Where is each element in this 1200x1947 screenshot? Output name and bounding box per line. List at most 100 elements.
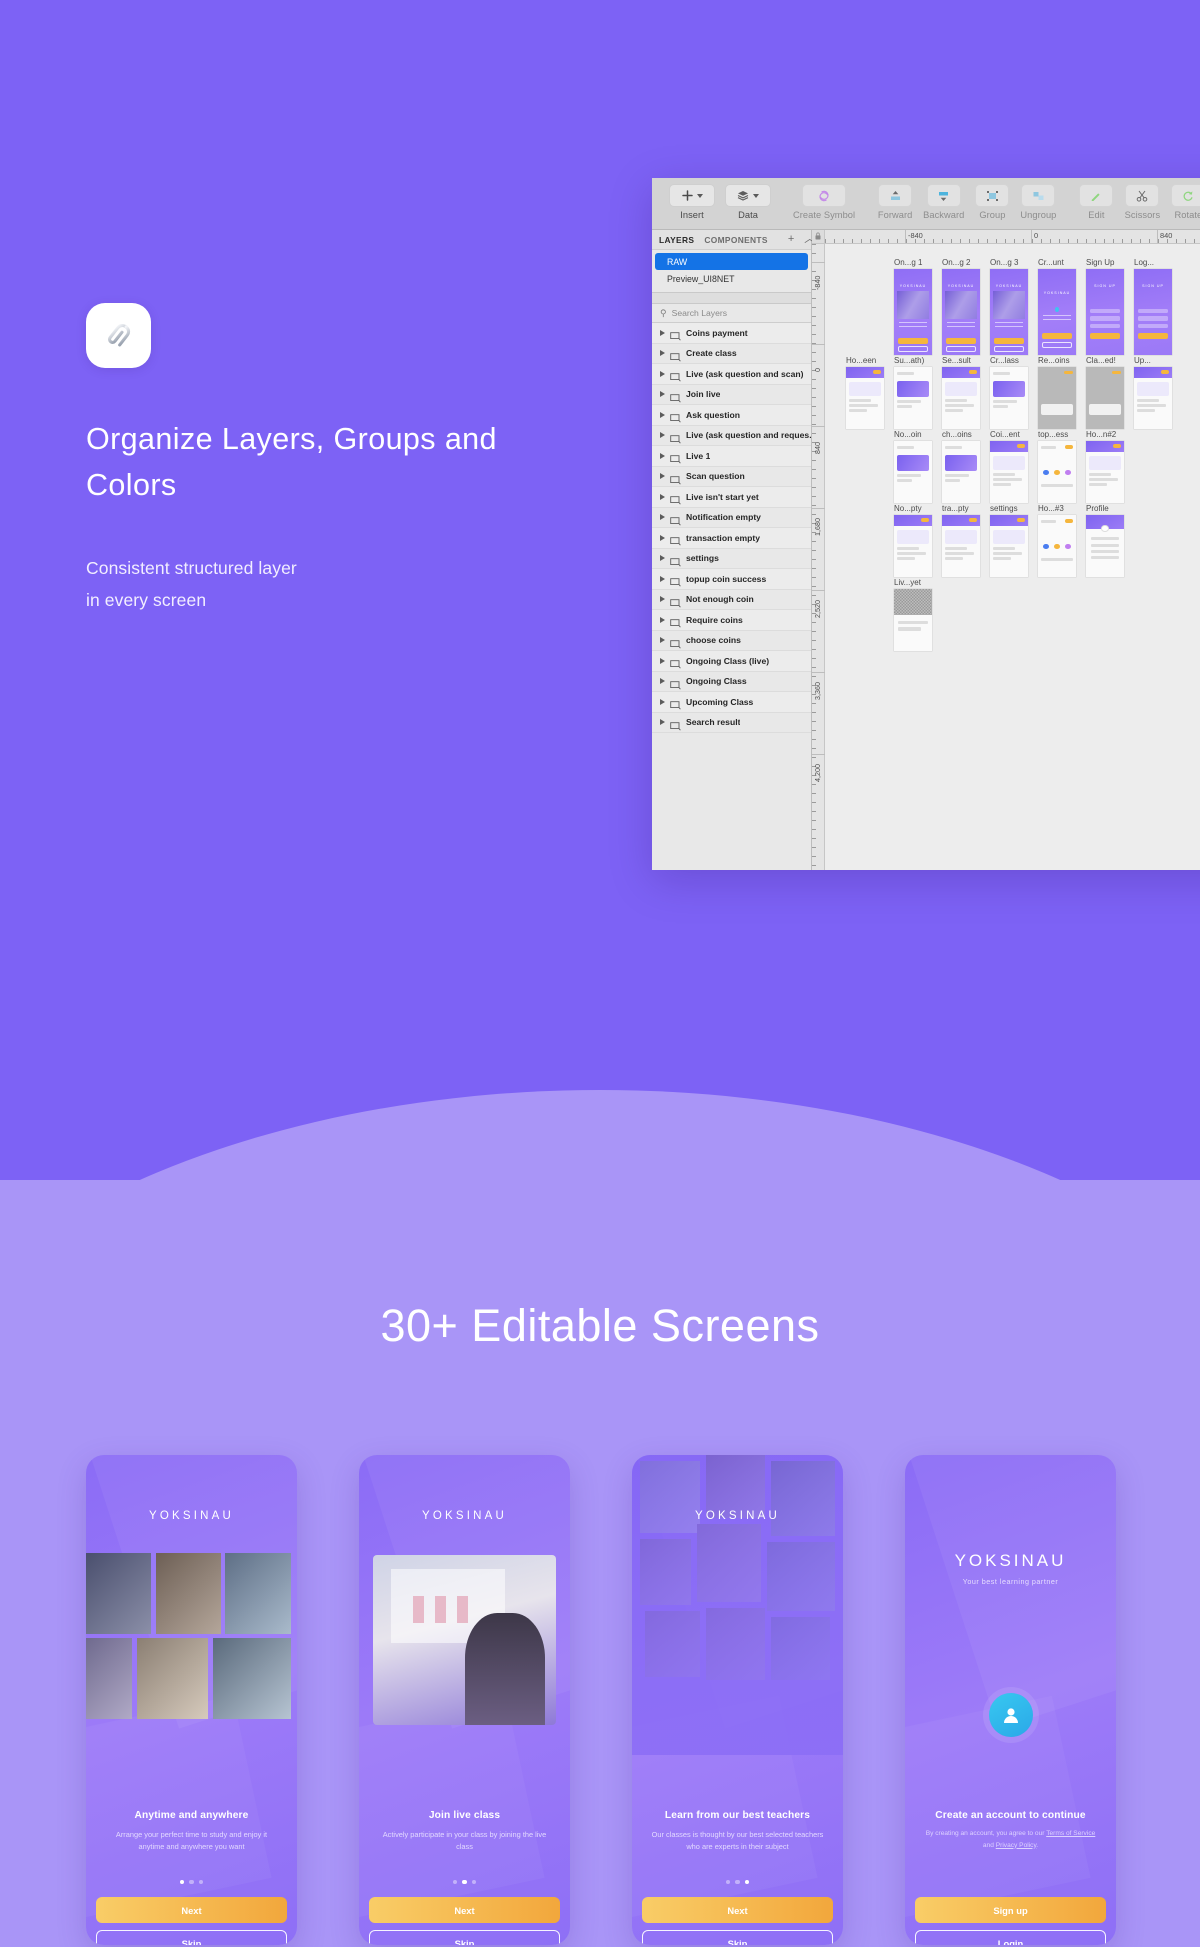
scissors-button[interactable]: [1125, 184, 1160, 207]
next-button-3[interactable]: Next: [642, 1897, 833, 1923]
layer-row[interactable]: Require coins: [652, 610, 811, 631]
toolbar-item-edit[interactable]: Edit: [1073, 184, 1119, 220]
artboard[interactable]: On...g 1 YOKSINAU: [894, 258, 932, 355]
dot[interactable]: [189, 1880, 194, 1885]
artboard[interactable]: Coi...ent: [990, 430, 1028, 503]
layer-row[interactable]: choose coins: [652, 631, 811, 651]
toolbar-item-insert[interactable]: Insert: [664, 184, 720, 220]
artboard-label[interactable]: top...ess: [1038, 430, 1076, 439]
disclosure-triangle-icon[interactable]: [660, 575, 665, 582]
artboard[interactable]: Re...oins: [1038, 356, 1076, 429]
layer-list[interactable]: Coins payment Create class Live (ask quest…: [652, 323, 811, 870]
next-button-2[interactable]: Next: [369, 1897, 560, 1923]
skip-button-1[interactable]: Skip: [96, 1930, 287, 1945]
layer-row[interactable]: topup coin success: [652, 569, 811, 590]
layer-row[interactable]: Ongoing Class (live): [652, 651, 811, 672]
layer-row[interactable]: Scan question: [652, 467, 811, 487]
artboard[interactable]: Cla...ed!: [1086, 356, 1124, 429]
disclosure-triangle-icon[interactable]: [660, 514, 665, 521]
artboard-thumbnail[interactable]: [1038, 367, 1076, 429]
disclosure-triangle-icon[interactable]: [660, 678, 665, 685]
disclosure-triangle-icon[interactable]: [660, 370, 665, 377]
artboard-label[interactable]: Liv...yet: [894, 578, 932, 587]
artboard-label[interactable]: No...oin: [894, 430, 932, 439]
data-button[interactable]: [725, 184, 771, 207]
artboard-label[interactable]: tra...pty: [942, 504, 980, 513]
toolbar-item-forward[interactable]: Forward: [872, 184, 918, 220]
sign-up-button[interactable]: Sign up: [915, 1897, 1106, 1923]
artboard[interactable]: Su...ath): [894, 356, 932, 429]
dot[interactable]: [453, 1880, 458, 1885]
tab-components[interactable]: COMPONENTS: [704, 235, 768, 245]
rotate-button[interactable]: [1171, 184, 1200, 207]
disclosure-triangle-icon[interactable]: [660, 719, 665, 726]
artboard-label[interactable]: Log...: [1134, 258, 1172, 267]
disclosure-triangle-icon[interactable]: [660, 657, 665, 664]
artboard[interactable]: Ho...een: [846, 356, 884, 429]
disclosure-triangle-icon[interactable]: [660, 698, 665, 705]
disclosure-triangle-icon[interactable]: [660, 473, 665, 480]
artboard-thumbnail[interactable]: [846, 367, 884, 429]
layer-row[interactable]: Create class: [652, 344, 811, 364]
artboard-label[interactable]: Ho...n#2: [1086, 430, 1124, 439]
artboard[interactable]: Cr...lass: [990, 356, 1028, 429]
artboard[interactable]: Sign Up SIGN UP: [1086, 258, 1124, 355]
artboard-thumbnail[interactable]: [1086, 367, 1124, 429]
artboard[interactable]: No...pty: [894, 504, 932, 577]
insert-button[interactable]: [669, 184, 715, 207]
disclosure-triangle-icon[interactable]: [660, 350, 665, 357]
backward-button[interactable]: [926, 184, 961, 207]
toolbar-item-rotate[interactable]: Rotate: [1165, 184, 1200, 220]
artboard-thumbnail[interactable]: [990, 367, 1028, 429]
artboard[interactable]: settings: [990, 504, 1028, 577]
page-item-preview[interactable]: Preview_UI8NET: [652, 270, 811, 287]
artboard-label[interactable]: Re...oins: [1038, 356, 1076, 365]
artboard-label[interactable]: Cr...unt: [1038, 258, 1076, 267]
toolbar-item-ungroup[interactable]: Ungroup: [1015, 184, 1061, 220]
artboard-thumbnail[interactable]: [990, 515, 1028, 577]
artboard-label[interactable]: No...pty: [894, 504, 932, 513]
artboard-thumbnail[interactable]: SIGN UP: [1134, 269, 1172, 355]
dot[interactable]: [726, 1880, 731, 1885]
disclosure-triangle-icon[interactable]: [660, 637, 665, 644]
artboard-label[interactable]: Profile: [1086, 504, 1124, 513]
artboard[interactable]: No...oin: [894, 430, 932, 503]
privacy-policy-link[interactable]: Privacy Policy: [996, 1842, 1037, 1849]
layer-row[interactable]: Live (ask question and scan): [652, 364, 811, 385]
disclosure-triangle-icon[interactable]: [660, 432, 665, 439]
artboard-label[interactable]: Coi...ent: [990, 430, 1028, 439]
disclosure-triangle-icon[interactable]: [660, 411, 665, 418]
page-item-raw[interactable]: RAW: [655, 253, 808, 270]
layer-row[interactable]: settings: [652, 549, 811, 569]
artboard-label[interactable]: On...g 1: [894, 258, 932, 267]
tab-layers[interactable]: LAYERS: [659, 235, 694, 245]
disclosure-triangle-icon[interactable]: [660, 555, 665, 562]
artboard[interactable]: Ho...#3: [1038, 504, 1076, 577]
create-symbol-button[interactable]: [802, 184, 847, 207]
artboard-label[interactable]: ch...oins: [942, 430, 980, 439]
artboard-thumbnail[interactable]: [894, 589, 932, 651]
artboard[interactable]: top...ess: [1038, 430, 1076, 503]
artboard-thumbnail[interactable]: YOKSINAU: [942, 269, 980, 355]
artboard-label[interactable]: On...g 3: [990, 258, 1028, 267]
artboard-thumbnail[interactable]: YOKSINAU: [990, 269, 1028, 355]
artboard-label[interactable]: Ho...#3: [1038, 504, 1076, 513]
layer-row[interactable]: Live 1: [652, 446, 811, 467]
artboard[interactable]: tra...pty: [942, 504, 980, 577]
canvas-pane[interactable]: -840 0 840 -840 0 840 1,680 2,520 3,360 4,200 On…: [812, 230, 1200, 870]
artboard-thumbnail[interactable]: [894, 367, 932, 429]
artboard[interactable]: On...g 2 YOKSINAU: [942, 258, 980, 355]
artboard-thumbnail[interactable]: [894, 441, 932, 503]
search-layers-row[interactable]: ⚲ Search Layers: [652, 304, 811, 323]
artboard-thumbnail[interactable]: [1134, 367, 1172, 429]
disclosure-triangle-icon[interactable]: [660, 616, 665, 623]
disclosure-triangle-icon[interactable]: [660, 452, 665, 459]
layer-row[interactable]: Ongoing Class: [652, 672, 811, 692]
artboard[interactable]: Log... SIGN UP: [1134, 258, 1172, 355]
toolbar-item-create-symbol[interactable]: Create Symbol: [788, 184, 860, 220]
login-button[interactable]: Login: [915, 1930, 1106, 1945]
artboard-thumbnail[interactable]: [1086, 441, 1124, 503]
artboard-label[interactable]: Se...sult: [942, 356, 980, 365]
disclosure-triangle-icon[interactable]: [660, 329, 665, 336]
terms-of-service-link[interactable]: Terms of Service: [1046, 1830, 1095, 1837]
